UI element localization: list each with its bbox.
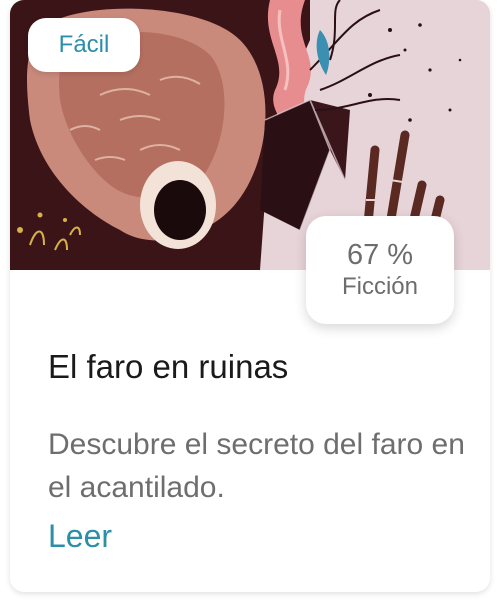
genre-label: Ficción (341, 273, 419, 300)
genre-percent: 67 % (346, 239, 414, 271)
story-description: Descubre el secreto del faro en el acant… (48, 428, 465, 504)
difficulty-badge: Fácil (28, 18, 140, 72)
difficulty-label: Fácil (58, 31, 110, 58)
story-title: El faro en ruinas (48, 348, 289, 385)
story-card[interactable]: Fácil 67 % Ficción El faro en ruinas Des… (10, 0, 490, 592)
genre-stat-badge: 67 % Ficción (306, 216, 454, 324)
read-link[interactable]: Leer (48, 518, 112, 555)
